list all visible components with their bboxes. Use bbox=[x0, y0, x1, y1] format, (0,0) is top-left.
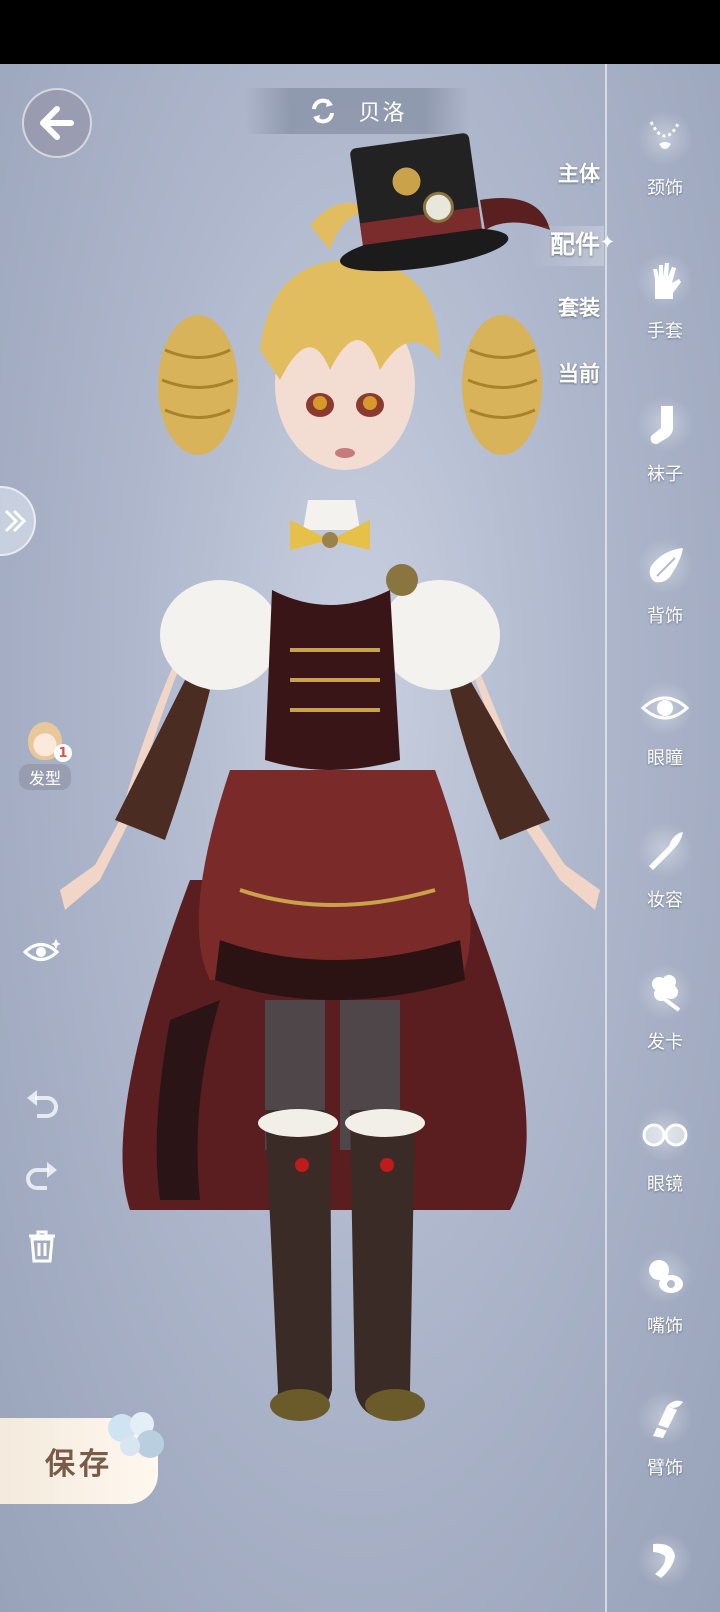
character-title[interactable]: 贝洛 bbox=[245, 88, 470, 134]
tab-current[interactable]: 当前 bbox=[558, 358, 600, 388]
sidebar-item-label: 眼镜 bbox=[647, 1174, 683, 1195]
double-chevron-right-icon bbox=[4, 509, 27, 533]
tab-accessories[interactable]: 配件 bbox=[550, 225, 600, 261]
sidebar-item-label: 手套 bbox=[647, 321, 683, 342]
sidebar-item-label: 发卡 bbox=[647, 1032, 683, 1053]
sidebar-item-hairpin[interactable]: 发卡 bbox=[620, 946, 710, 1066]
redo-button[interactable] bbox=[22, 1156, 62, 1196]
toggle-visibility-button[interactable] bbox=[22, 932, 62, 972]
switch-character-icon[interactable] bbox=[308, 96, 338, 126]
sidebar-divider bbox=[605, 64, 607, 1612]
sidebar-item-label: 颈饰 bbox=[647, 178, 683, 199]
hairpin-flower-icon bbox=[637, 964, 693, 1020]
sidebar-item-label: 嘴饰 bbox=[647, 1316, 683, 1337]
sidebar-item-label: 袜子 bbox=[647, 464, 683, 485]
eye-sparkle-icon bbox=[23, 939, 61, 961]
sidebar-item-back-accessory[interactable]: 背饰 bbox=[620, 520, 710, 640]
sidebar-item-glasses[interactable]: 眼镜 bbox=[620, 1088, 710, 1208]
more-accessory-icon bbox=[637, 1532, 693, 1588]
makeup-brush-icon bbox=[637, 822, 693, 878]
sidebar-item-pupils[interactable]: 眼瞳 bbox=[620, 662, 710, 782]
tab-main[interactable]: 主体 bbox=[558, 158, 600, 188]
eye-icon bbox=[637, 680, 693, 736]
sidebar-item-more[interactable] bbox=[620, 1514, 710, 1612]
character-name: 贝洛 bbox=[358, 101, 407, 126]
hairstyle-count-badge: 1 bbox=[54, 744, 72, 762]
trash-icon bbox=[29, 1230, 55, 1263]
sidebar-item-necklace[interactable]: 颈饰 bbox=[620, 92, 710, 212]
back-button[interactable] bbox=[22, 88, 92, 158]
redo-icon bbox=[26, 1162, 57, 1190]
sidebar-item-label: 妆容 bbox=[647, 890, 683, 911]
sidebar-item-makeup[interactable]: 妆容 bbox=[620, 804, 710, 924]
hairstyle-label: 发型 bbox=[18, 764, 71, 790]
balloon-decoration-icon bbox=[108, 1412, 164, 1458]
sock-icon bbox=[637, 396, 693, 452]
arrow-left-icon bbox=[40, 106, 74, 140]
glove-icon bbox=[637, 253, 693, 309]
tab-outfit-sets[interactable]: 套装 bbox=[558, 292, 600, 322]
sidebar-item-arm-accessory[interactable]: 臂饰 bbox=[620, 1372, 710, 1492]
necklace-icon bbox=[637, 110, 693, 166]
pacifier-icon bbox=[637, 1248, 693, 1304]
hairstyle-button[interactable]: 1 发型 bbox=[14, 722, 76, 790]
delete-button[interactable] bbox=[22, 1226, 62, 1266]
sidebar-item-label: 臂饰 bbox=[647, 1458, 683, 1479]
sparkle-icon: ✦ bbox=[600, 232, 616, 253]
hairstyle-avatar: 1 bbox=[28, 722, 72, 762]
sidebar-item-label: 背饰 bbox=[647, 606, 683, 627]
wing-icon bbox=[637, 538, 693, 594]
arm-ribbon-icon bbox=[637, 1390, 693, 1446]
glasses-icon bbox=[637, 1106, 693, 1162]
sidebar-item-gloves[interactable]: 手套 bbox=[620, 235, 710, 355]
sidebar-item-socks[interactable]: 袜子 bbox=[620, 378, 710, 498]
sidebar-item-mouth-accessory[interactable]: 嘴饰 bbox=[620, 1230, 710, 1350]
undo-button[interactable] bbox=[22, 1084, 62, 1124]
sidebar-item-label: 眼瞳 bbox=[647, 748, 683, 769]
character-model[interactable] bbox=[40, 120, 600, 1450]
status-bar bbox=[0, 0, 720, 64]
undo-icon bbox=[27, 1090, 58, 1118]
